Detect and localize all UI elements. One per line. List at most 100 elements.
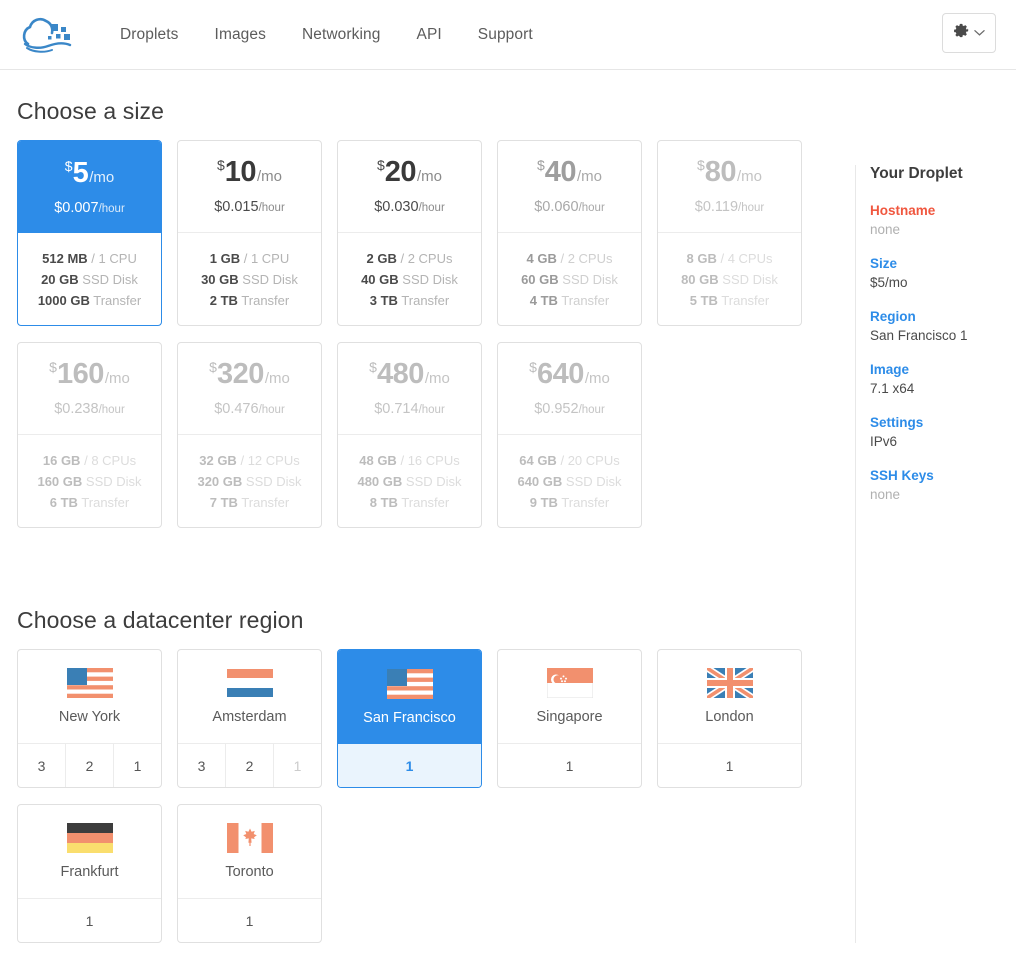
summary-value-hostname: none	[870, 222, 901, 237]
size-card-specs: 2 GB / 2 CPUs 40 GB SSD Disk 3 TB Transf…	[338, 233, 481, 325]
price-period: /mo	[424, 370, 450, 387]
nav-link-images[interactable]: Images	[197, 26, 284, 44]
size-card-specs: 16 GB / 8 CPUs 160 GB SSD Disk 6 TB Tran…	[18, 435, 161, 527]
region-card-toronto[interactable]: Toronto 1	[177, 804, 322, 943]
spec-transfer: 6 TB	[49, 495, 78, 510]
summary-value-settings: IPv6	[870, 434, 898, 449]
choose-a-size-title: Choose a size	[17, 98, 165, 124]
size-card-20[interactable]: $20/mo $0.030/hour 2 GB / 2 CPUs 40 GB S…	[337, 140, 482, 326]
size-card-5[interactable]: $5/mo $0.007/hour 512 MB / 1 CPU 20 GB S…	[17, 140, 162, 326]
spec-separator: /	[560, 453, 565, 468]
summary-label-settings[interactable]: Settings	[870, 415, 1016, 430]
region-slot-1: 1	[273, 744, 321, 787]
region-slot-row: 1	[178, 899, 321, 942]
region-card-grid: New York 321 Amsterdam 321 San Francisco…	[17, 649, 817, 943]
summary-rows: Hostname none Size $5/mo Region San Fran…	[870, 203, 1016, 504]
spec-disk: 60 GB	[521, 272, 559, 287]
hourly-price: $0.119/hour	[695, 199, 765, 215]
summary-label-size[interactable]: Size	[870, 256, 1016, 271]
size-card-price-header: $20/mo $0.030/hour	[338, 141, 481, 233]
size-card-640[interactable]: $640/mo $0.952/hour 64 GB / 20 CPUs 640 …	[497, 342, 642, 528]
region-card-new-york[interactable]: New York 321	[17, 649, 162, 788]
size-card-price-header: $480/mo $0.714/hour	[338, 343, 481, 435]
spec-separator: /	[400, 453, 405, 468]
region-slot-1[interactable]: 1	[338, 744, 481, 787]
summary-value-ssh-keys: none	[870, 487, 901, 502]
spec-transfer: 5 TB	[689, 293, 718, 308]
size-card-320[interactable]: $320/mo $0.476/hour 32 GB / 12 CPUs 320 …	[177, 342, 322, 528]
size-card-specs: 32 GB / 12 CPUs 320 GB SSD Disk 7 TB Tra…	[178, 435, 321, 527]
spec-transfer-label: Transfer	[241, 293, 290, 308]
spec-disk-row: 30 GB SSD Disk	[178, 269, 321, 290]
region-card-frankfurt[interactable]: Frankfurt 1	[17, 804, 162, 943]
nav-link-droplets[interactable]: Droplets	[102, 26, 197, 44]
spec-transfer: 2 TB	[209, 293, 238, 308]
monthly-price: $5/mo	[65, 158, 114, 188]
spec-disk-label: SSD Disk	[82, 272, 138, 287]
monthly-price: $80/mo	[697, 158, 762, 187]
spec-memory: 16 GB	[42, 453, 81, 468]
size-card-160[interactable]: $160/mo $0.238/hour 16 GB / 8 CPUs 160 G…	[17, 342, 162, 528]
region-card-london[interactable]: London 1	[657, 649, 802, 788]
currency-symbol: $	[536, 157, 545, 173]
region-slot-1[interactable]: 1	[498, 744, 641, 787]
spec-transfer-row: 4 TB Transfer	[498, 290, 641, 311]
hourly-price: $0.060/hour	[534, 199, 605, 215]
nav-link-networking[interactable]: Networking	[284, 26, 399, 44]
region-slot-1[interactable]: 1	[658, 744, 801, 787]
chevron-down-icon	[973, 24, 985, 42]
region-card-san-francisco[interactable]: San Francisco 1	[337, 649, 482, 788]
spec-memory: 4 GB	[526, 251, 557, 266]
spec-disk: 30 GB	[201, 272, 239, 287]
region-card-amsterdam[interactable]: Amsterdam 321	[177, 649, 322, 788]
region-slot-2[interactable]: 2	[225, 744, 273, 787]
price-period: /mo	[104, 370, 130, 387]
hourly-unit: /hour	[418, 202, 445, 214]
spec-disk: 320 GB	[197, 474, 243, 489]
size-card-40[interactable]: $40/mo $0.060/hour 4 GB / 2 CPUs 60 GB S…	[497, 140, 642, 326]
hourly-amount: $0.060	[534, 199, 579, 215]
region-slot-1[interactable]: 1	[178, 899, 321, 942]
nav-link-api[interactable]: API	[399, 26, 460, 44]
currency-symbol: $	[529, 359, 537, 375]
size-card-price-header: $80/mo $0.119/hour	[658, 141, 801, 233]
region-slot-3[interactable]: 3	[18, 744, 65, 787]
price-amount: 320	[216, 358, 264, 390]
currency-symbol: $	[216, 157, 225, 173]
hourly-price: $0.952/hour	[534, 401, 605, 417]
flag-us-icon	[66, 668, 113, 698]
hourly-price: $0.476/hour	[214, 401, 285, 417]
region-name: Amsterdam	[212, 709, 287, 725]
spec-transfer-label: Transfer	[93, 293, 142, 308]
summary-label-ssh-keys[interactable]: SSH Keys	[870, 468, 1016, 483]
summary-value-region: San Francisco 1	[870, 328, 968, 343]
size-card-80[interactable]: $80/mo $0.119/hour 8 GB / 4 CPUs 80 GB S…	[657, 140, 802, 326]
size-card-grid: $5/mo $0.007/hour 512 MB / 1 CPU 20 GB S…	[17, 140, 817, 528]
page-body: Choose a size $5/mo $0.007/hour 512 MB /…	[0, 70, 1016, 943]
monthly-price: $10/mo	[217, 158, 282, 187]
summary-label-image[interactable]: Image	[870, 362, 1016, 377]
region-slot-1[interactable]: 1	[18, 899, 161, 942]
size-card-10[interactable]: $10/mo $0.015/hour 1 GB / 1 CPU 30 GB SS…	[177, 140, 322, 326]
region-slot-1[interactable]: 1	[113, 744, 161, 787]
size-card-480[interactable]: $480/mo $0.714/hour 48 GB / 16 CPUs 480 …	[337, 342, 482, 528]
size-card-price-header: $10/mo $0.015/hour	[178, 141, 321, 233]
region-card-header: Frankfurt	[18, 805, 161, 899]
spec-transfer-label: Transfer	[401, 495, 450, 510]
summary-label-hostname[interactable]: Hostname	[870, 203, 1016, 218]
your-droplet-summary: Your Droplet Hostname none Size $5/mo Re…	[855, 165, 1016, 943]
digitalocean-logo[interactable]	[18, 14, 76, 56]
summary-label-region[interactable]: Region	[870, 309, 1016, 324]
spec-transfer-row: 2 TB Transfer	[178, 290, 321, 311]
region-slot-3[interactable]: 3	[178, 744, 225, 787]
spec-cpu: 20 CPUs	[567, 453, 620, 468]
spec-disk-row: 60 GB SSD Disk	[498, 269, 641, 290]
region-card-singapore[interactable]: Singapore 1	[497, 649, 642, 788]
hourly-amount: $0.015	[214, 199, 259, 215]
region-slot-2[interactable]: 2	[65, 744, 113, 787]
account-menu-button[interactable]	[942, 13, 996, 53]
hourly-amount: $0.238	[54, 401, 99, 417]
nav-link-support[interactable]: Support	[460, 26, 551, 44]
spec-memory-cpu: 1 GB / 1 CPU	[178, 248, 321, 269]
region-slot-row: 1	[498, 744, 641, 787]
